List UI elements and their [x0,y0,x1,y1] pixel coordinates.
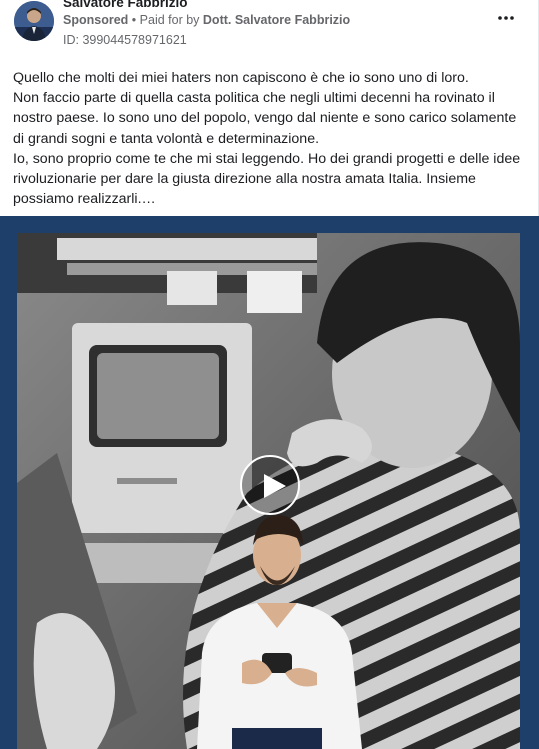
play-button[interactable] [240,455,300,515]
post-paragraph: Io, sono proprio come te che mi stai leg… [13,150,521,208]
post-paragraph: Quello che molti dei miei haters non cap… [13,70,469,86]
play-icon [264,474,286,498]
ad-id: ID: 399044578971621 [63,33,187,47]
bullet-separator: • [131,13,137,27]
paid-for-by-name[interactable]: Dott. Salvatore Fabbrizio [203,13,350,27]
avatar[interactable] [14,1,54,41]
paid-for-prefix: Paid for by [139,13,200,27]
more-options-icon[interactable] [496,10,516,26]
sponsored-label: Sponsored [63,13,129,27]
ad-card: Salvatore Fabbrizio Sponsored • Paid for… [0,0,539,749]
post-body: Quello che molti dei miei haters non cap… [13,68,529,209]
post-paragraph: Non faccio parte di quella casta politic… [13,90,517,147]
sponsored-line: Sponsored • Paid for by Dott. Salvatore … [63,13,350,27]
author-name[interactable]: Salvatore Fabbrizio [63,0,188,10]
